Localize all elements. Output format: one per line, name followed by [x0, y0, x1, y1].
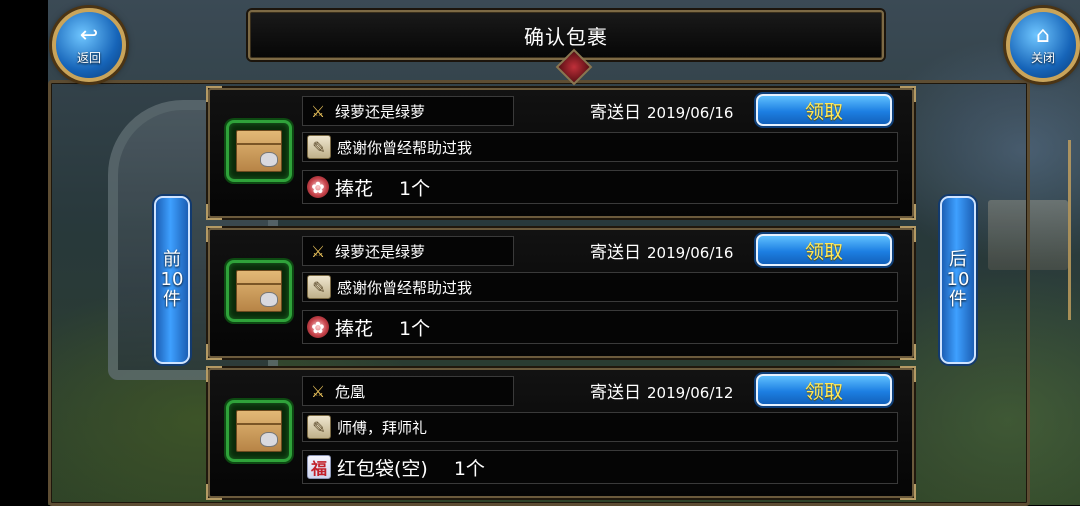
sender-row: ⚔ 绿萝还是绿萝 — [302, 96, 514, 126]
prev-10-button[interactable]: 前 10 件 — [154, 196, 190, 364]
list-scrollbar[interactable] — [1068, 140, 1071, 320]
crossed-swords-icon: ⚔ — [310, 241, 326, 261]
message-row: ✎ 感谢你曾经帮助过我 — [302, 272, 898, 302]
date-value: 2019/06/16 — [647, 244, 734, 262]
send-date: 寄送日 2019/06/16 — [590, 98, 733, 123]
item-name: 红包袋(空) — [337, 457, 428, 480]
package-icon — [226, 120, 292, 182]
back-button[interactable]: ↩ 返回 — [52, 8, 126, 82]
claim-button[interactable]: 领取 — [756, 374, 892, 406]
sender-row: ⚔ 绿萝还是绿萝 — [302, 236, 514, 266]
sender-name: 绿萝还是绿萝 — [335, 242, 426, 261]
send-date: 寄送日 2019/06/16 — [590, 238, 733, 263]
parcel-card: ⚔ 绿萝还是绿萝 寄送日 2019/06/16 领取 ✎ 感谢你曾经帮助过我 ✿ … — [206, 226, 916, 360]
sender-name: 危凰 — [335, 382, 366, 401]
date-label: 寄送日 — [590, 103, 641, 123]
item-row: ✿ 捧花 1个 — [302, 310, 898, 344]
item-name: 捧花 — [335, 177, 374, 200]
item-row: 福 红包袋(空) 1个 — [302, 450, 898, 484]
item-quantity: 1个 — [453, 457, 485, 480]
claim-button[interactable]: 领取 — [756, 94, 892, 126]
home-icon: ⌂ — [1036, 22, 1050, 48]
message-text: 感谢你曾经帮助过我 — [337, 278, 473, 297]
date-label: 寄送日 — [590, 243, 641, 263]
claim-button[interactable]: 领取 — [756, 234, 892, 266]
package-icon — [226, 400, 292, 462]
sender-row: ⚔ 危凰 — [302, 376, 514, 406]
close-label: 关闭 — [1030, 50, 1055, 65]
letter-scroll-icon: ✎ — [307, 135, 331, 159]
crossed-swords-icon: ⚔ — [310, 381, 326, 401]
red-envelope-icon: 福 — [307, 455, 331, 479]
crossed-swords-icon: ⚔ — [310, 101, 326, 121]
item-quantity: 1个 — [399, 317, 431, 340]
title-bar: 确认包裹 — [248, 10, 884, 60]
message-text: 感谢你曾经帮助过我 — [337, 138, 473, 157]
sender-name: 绿萝还是绿萝 — [335, 102, 426, 121]
next-label-2: 10 — [946, 269, 970, 290]
date-value: 2019/06/12 — [647, 384, 734, 402]
next-label-1: 后 — [949, 249, 967, 270]
parcel-card: ⚔ 危凰 寄送日 2019/06/12 领取 ✎ 师傅，拜师礼 福 红包袋(空) … — [206, 366, 916, 500]
letter-scroll-icon: ✎ — [307, 415, 331, 439]
gift-icon: ✿ — [307, 176, 329, 198]
item-row: ✿ 捧花 1个 — [302, 170, 898, 204]
prev-label-1: 前 — [163, 249, 181, 270]
back-label: 返回 — [76, 50, 101, 65]
item-name: 捧花 — [335, 317, 374, 340]
package-icon — [226, 260, 292, 322]
next-10-button[interactable]: 后 10 件 — [940, 196, 976, 364]
date-value: 2019/06/16 — [647, 104, 734, 122]
message-row: ✎ 感谢你曾经帮助过我 — [302, 132, 898, 162]
parcel-card: ⚔ 绿萝还是绿萝 寄送日 2019/06/16 领取 ✎ 感谢你曾经帮助过我 ✿ … — [206, 86, 916, 220]
message-text: 师傅，拜师礼 — [337, 418, 428, 437]
next-label-3: 件 — [949, 289, 967, 310]
date-label: 寄送日 — [590, 383, 641, 403]
prev-label-2: 10 — [160, 269, 184, 290]
close-button[interactable]: ⌂ 关闭 — [1006, 8, 1080, 82]
prev-label-3: 件 — [163, 289, 181, 310]
back-arrow-icon: ↩ — [79, 22, 99, 48]
send-date: 寄送日 2019/06/12 — [590, 378, 733, 403]
gift-icon: ✿ — [307, 316, 329, 338]
page-title: 确认包裹 — [524, 24, 608, 49]
message-row: ✎ 师傅，拜师礼 — [302, 412, 898, 442]
item-quantity: 1个 — [399, 177, 431, 200]
letter-scroll-icon: ✎ — [307, 275, 331, 299]
